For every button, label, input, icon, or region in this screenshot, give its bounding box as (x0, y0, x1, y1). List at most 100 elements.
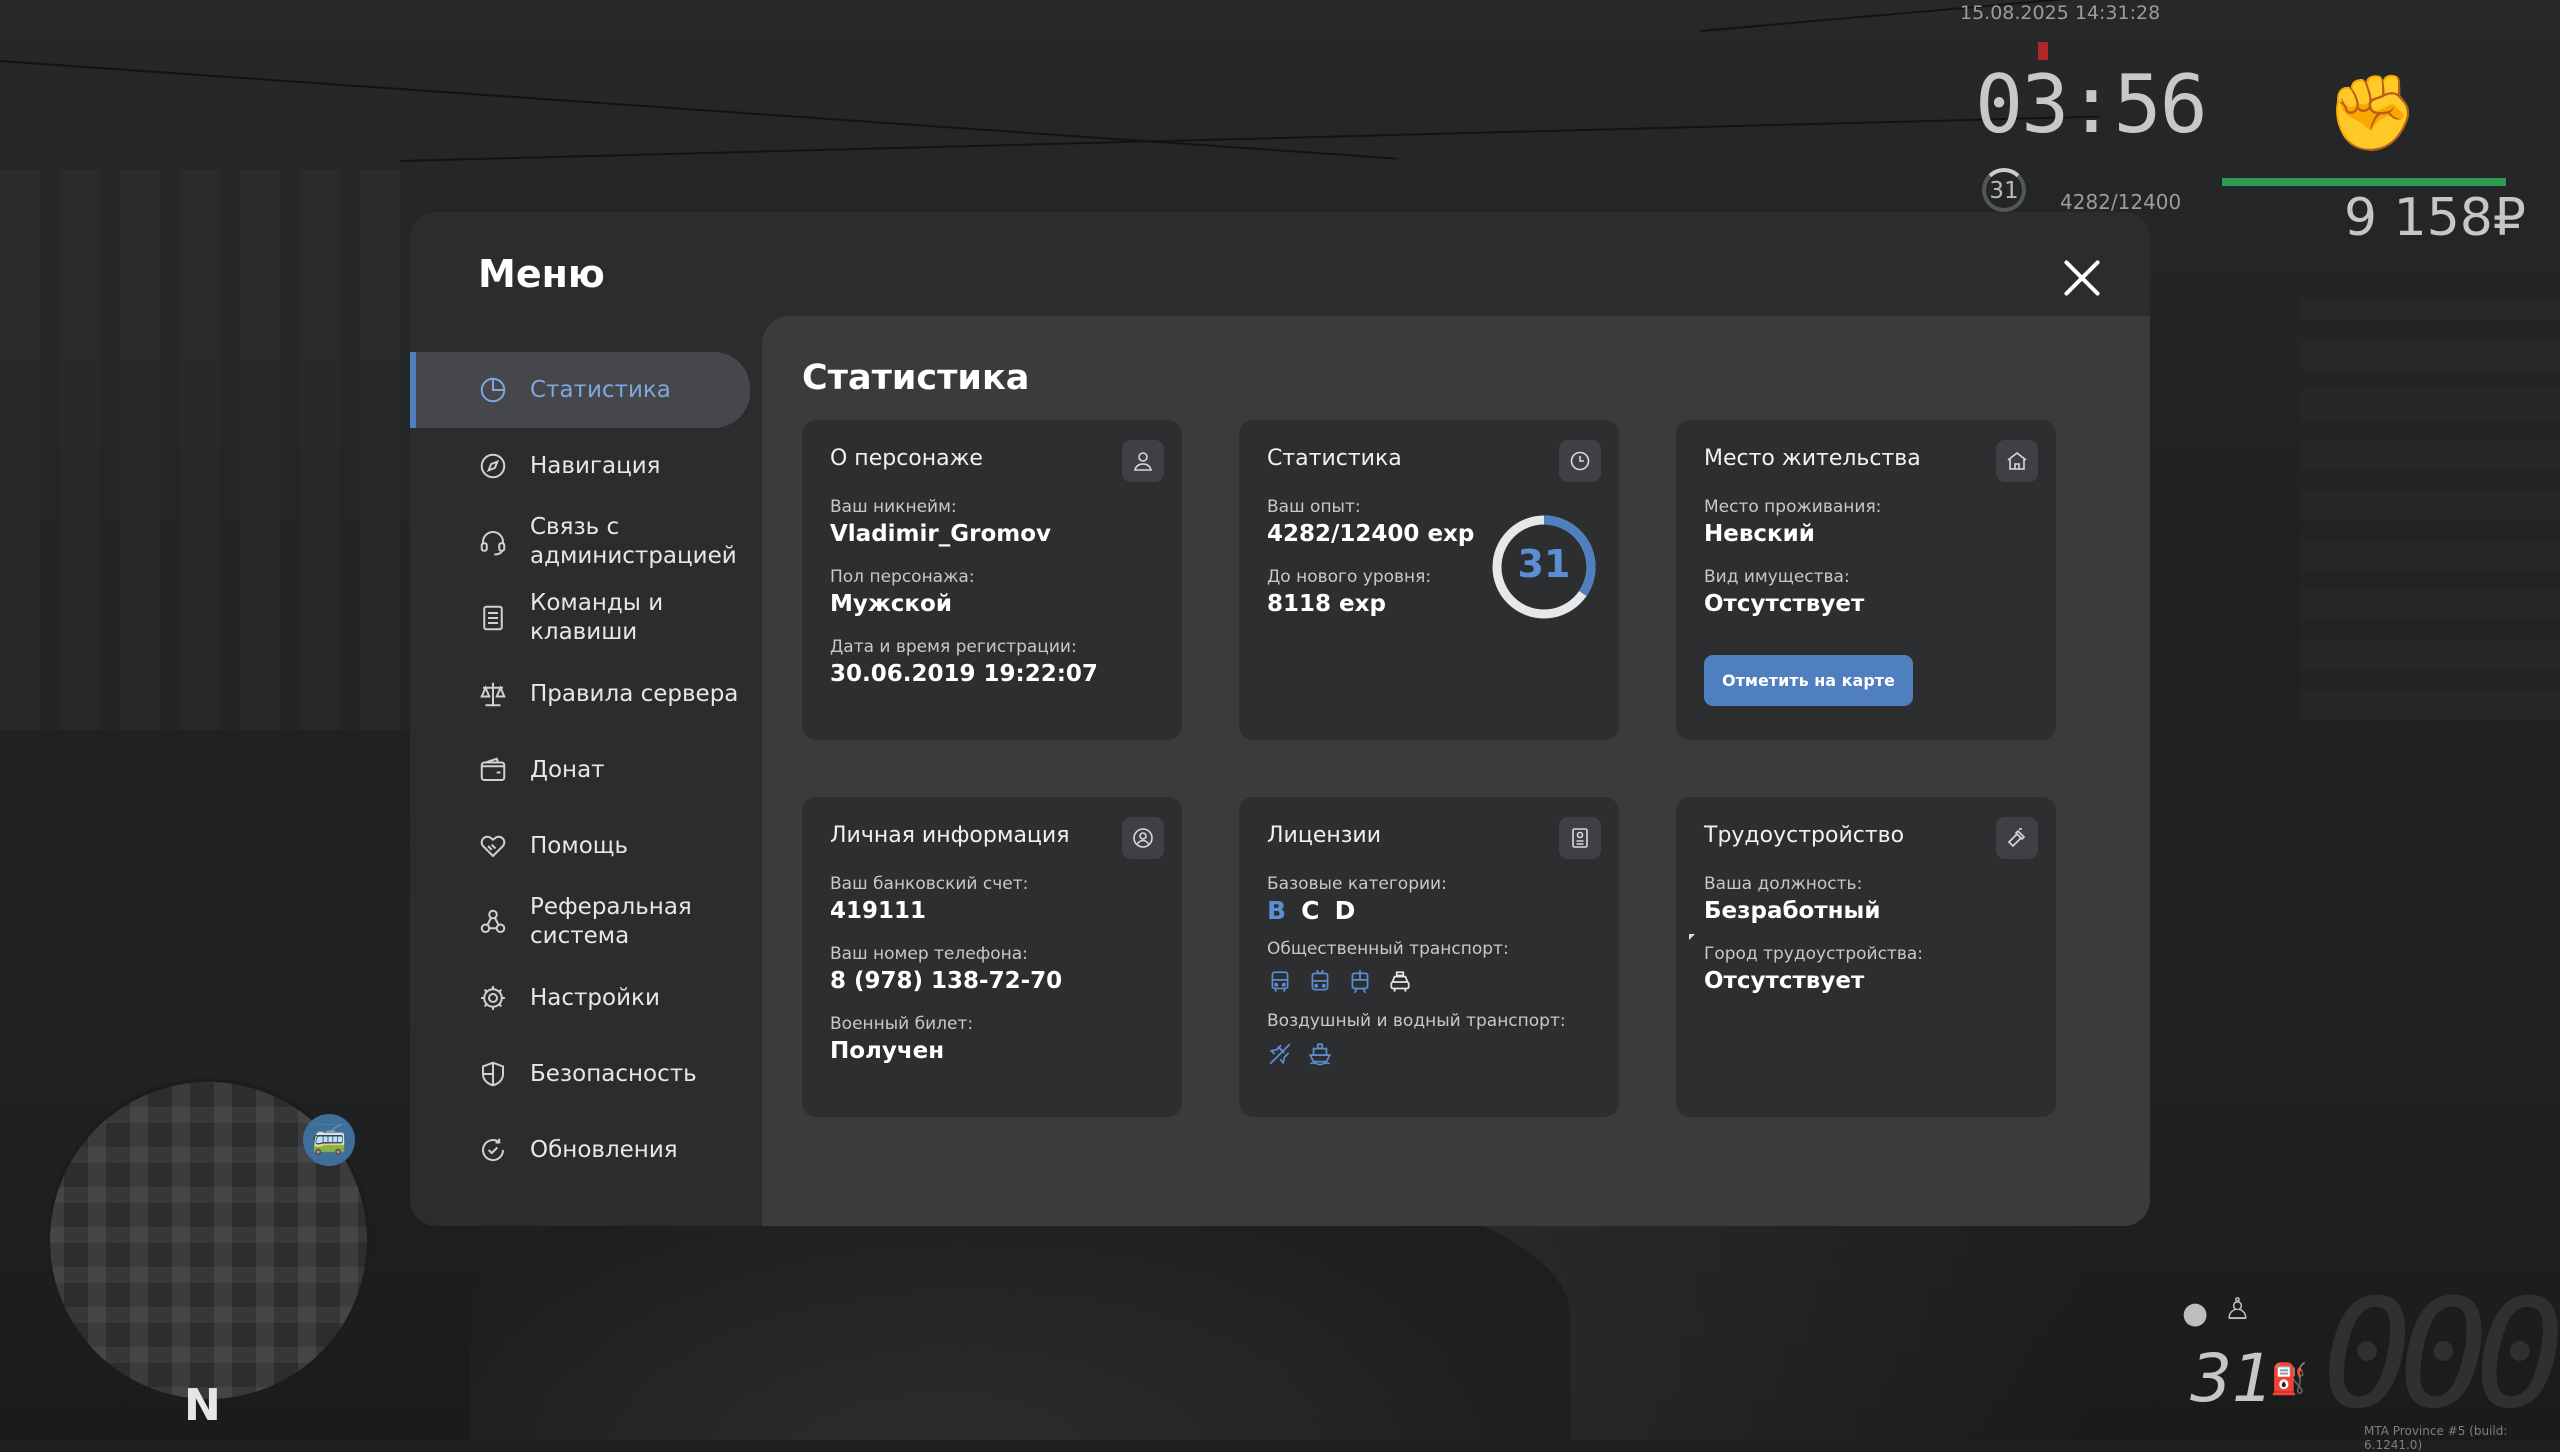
close-icon[interactable] (2062, 258, 2102, 298)
nickname-label: Ваш никнейм: (830, 497, 957, 517)
card-personal-info: Личная информация Ваш банковский счет: 4… (802, 797, 1182, 1117)
base-categories-label: Базовые категории: (1267, 874, 1447, 894)
build-info: MTA Province #5 (build: 6.1241.0) (2364, 1424, 2508, 1452)
nickname-value: Vladimir_Gromov (830, 521, 1052, 547)
sidebar-item-updates[interactable]: Обновления (410, 1112, 750, 1188)
residence-label: Место проживания: (1704, 497, 1882, 517)
position-label: Ваша должность: (1704, 874, 1863, 894)
card-title: Личная информация (830, 823, 1070, 848)
job-city-label: Город трудоустройства: (1704, 944, 1923, 964)
sidebar-item-label: Донат (530, 756, 605, 783)
gear-icon (481, 986, 505, 1010)
hud-datetime: 15.08.2025 14:31:28 (1960, 2, 2161, 24)
license-category-c: C (1301, 896, 1320, 925)
boat-icon (1308, 1043, 1332, 1066)
pie-chart-icon (480, 377, 506, 403)
card-title: Лицензии (1267, 823, 1382, 848)
scales-icon (480, 682, 506, 707)
property-value: Отсутствует (1704, 591, 1865, 617)
page-title: Статистика (802, 358, 1030, 398)
hud-clock: 03:56 (1975, 58, 2208, 151)
hud-exp: 4282/12400 (2060, 190, 2182, 214)
air-water-transport-icons (1267, 1041, 1591, 1067)
menu-window: Меню Статистика Навигация Связь с админи… (410, 212, 2150, 1226)
sidebar-item-label: Помощь (530, 832, 629, 859)
public-transport-icons (1267, 969, 1591, 995)
sidebar-item-navigation[interactable]: Навигация (410, 428, 750, 504)
hud-fuel-value: 31 (2190, 1340, 2274, 1417)
plane-icon (1269, 1043, 1291, 1065)
position-value: Безработный (1704, 898, 1881, 924)
registration-value: 30.06.2019 19:22:07 (830, 661, 1098, 687)
wallet-icon (480, 757, 506, 781)
user-icon (1122, 440, 1164, 482)
sidebar-item-settings[interactable]: Настройки (410, 960, 750, 1036)
card-character: О персонаже Ваш никнейм: Vladimir_Gromov… (802, 420, 1182, 740)
air-water-transport-label: Воздушный и водный транспорт: (1267, 1011, 1566, 1031)
sidebar-item-label: Связь с администрацией (530, 514, 737, 569)
bank-account-value: 419111 (830, 898, 927, 924)
sidebar-item-statistics[interactable]: Статистика (410, 352, 750, 428)
sidebar-item-label: Реферальная система (530, 894, 692, 949)
tram-icon (1351, 970, 1369, 994)
property-label: Вид имущества: (1704, 567, 1850, 587)
phone-label: Ваш номер телефона: (830, 944, 1028, 964)
military-id-label: Военный билет: (830, 1014, 974, 1034)
card-title: Трудоустройство (1704, 823, 1905, 848)
hud-health-fill (2222, 178, 2506, 186)
house-icon (1996, 440, 2038, 482)
sidebar-item-help[interactable]: Помощь (410, 808, 750, 884)
document-list-icon (483, 605, 503, 631)
mouse-cursor (1689, 934, 1695, 940)
card-employment: Трудоустройство Ваша должность: Безработ… (1676, 797, 2056, 1117)
sidebar-item-donate[interactable]: Донат (410, 732, 750, 808)
fist-icon: ✊ (2326, 70, 2419, 156)
menu-title: Меню (478, 252, 605, 296)
background-building (0, 170, 420, 730)
bus-icon (1271, 971, 1289, 992)
mark-on-map-button[interactable]: Отметить на карте (1704, 655, 1913, 706)
handshake-heart-icon (480, 835, 506, 858)
engine-icon: ● (2182, 1296, 2209, 1331)
sidebar-item-rules[interactable]: Правила сервера (410, 656, 750, 732)
background-wire (400, 115, 2100, 162)
headset-icon (480, 531, 506, 556)
hammer-icon (1996, 817, 2038, 859)
sidebar-item-admin-contact[interactable]: Связь с администрацией (410, 504, 750, 580)
fuel-icon: ⛽ (2270, 1362, 2308, 1397)
clock-icon (1559, 440, 1601, 482)
refresh-check-icon (482, 1138, 505, 1162)
background-wire (0, 60, 1397, 160)
sidebar-item-security[interactable]: Безопасность (410, 1036, 750, 1112)
license-card-icon (1559, 817, 1601, 859)
referral-network-icon (480, 909, 506, 933)
sidebar-item-label: Навигация (530, 452, 661, 479)
seatbelt-icon: ♙ (2224, 1292, 2251, 1327)
registration-label: Дата и время регистрации: (830, 637, 1077, 657)
compass-icon (480, 453, 506, 479)
gender-value: Мужской (830, 591, 952, 617)
level-value: 31 (1517, 542, 1571, 586)
sidebar: Статистика Навигация Связь с администрац… (410, 352, 750, 1188)
sidebar-item-referral[interactable]: Реферальная система (410, 884, 750, 960)
sidebar-item-commands[interactable]: Команды и клавиши (410, 580, 750, 656)
license-category-b: B (1267, 896, 1287, 925)
trolleybus-icon: 🚎 (303, 1114, 355, 1166)
hud-level: 31 (1989, 178, 2019, 204)
job-city-value: Отсутствует (1704, 968, 1865, 994)
hud-health-bar (2222, 178, 2506, 186)
military-id-value: Получен (830, 1038, 945, 1064)
phone-value: 8 (978) 138-72-70 (830, 968, 1063, 994)
gender-label: Пол персонажа: (830, 567, 975, 587)
bank-account-label: Ваш банковский счет: (830, 874, 1029, 894)
card-title: О персонаже (830, 446, 983, 471)
content-panel: Статистика О персонаже Ваш никнейм: Vlad… (762, 316, 2150, 1226)
hud-money: 9 158₽ (2344, 188, 2526, 248)
sidebar-item-label: Обновления (530, 1136, 678, 1163)
sidebar-item-label: Правила сервера (530, 680, 739, 707)
card-title: Место жительства (1704, 446, 1921, 471)
user-circle-icon (1122, 817, 1164, 859)
sidebar-item-label: Команды и клавиши (530, 590, 664, 645)
trolleybus-icon (1311, 969, 1329, 991)
card-statistics: Статистика Ваш опыт: 4282/12400 exp До н… (1239, 420, 1619, 740)
